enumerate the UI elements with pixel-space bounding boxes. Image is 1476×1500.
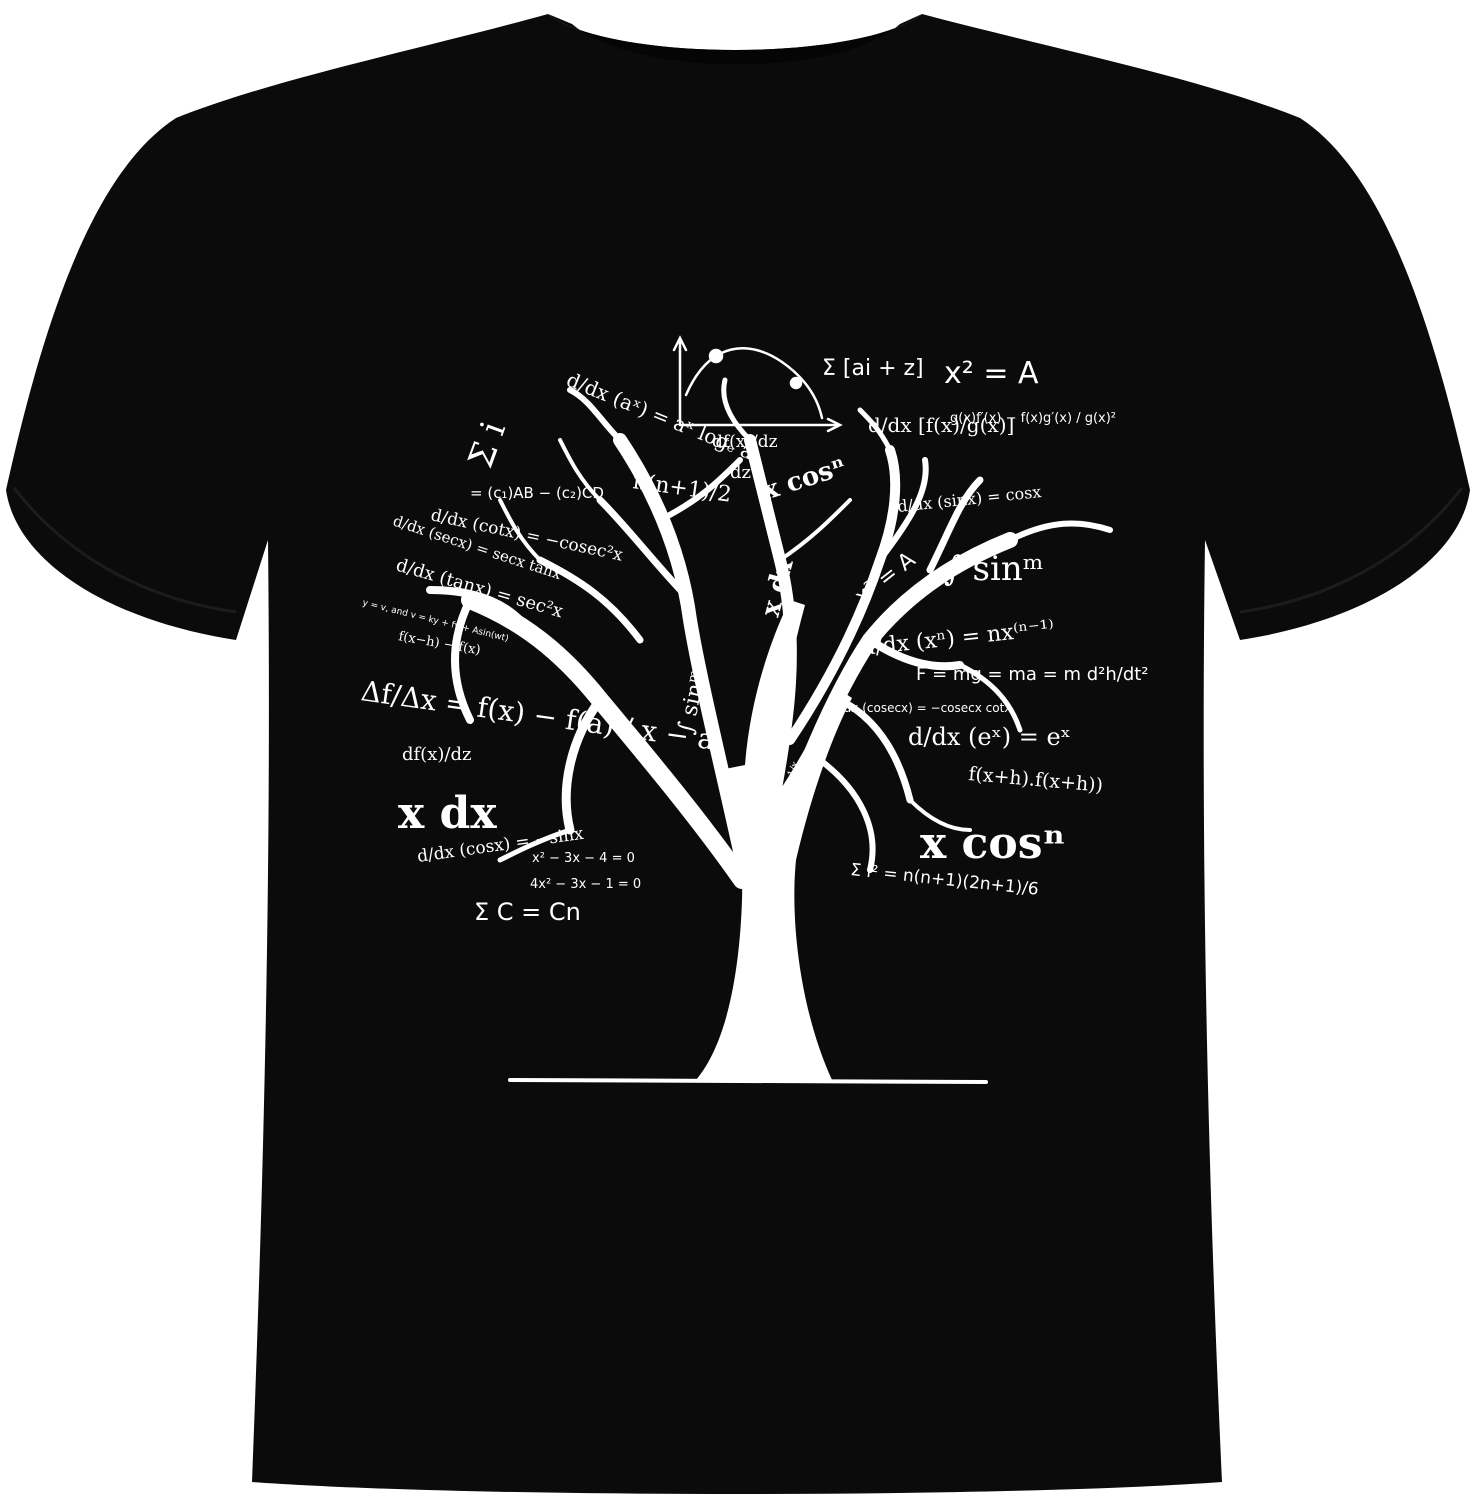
eq-int-sin-m: ∫ sinᵐ: [944, 549, 1044, 589]
eq-quotient-rhs: g(x)f′(x) − f(x)g′(x) / g(x)²: [950, 411, 1116, 426]
eq-cosec-line: d/dx (cosecx) = −cosecx cotx: [832, 701, 1011, 715]
t-shirt-body: [6, 14, 1470, 1494]
eq-sum-top: Σ [ai + z]: [822, 356, 924, 381]
eq-dz-tag: dz: [730, 462, 751, 483]
eq-cd-line: = (c₁)AB − (c₂)CD: [470, 484, 604, 502]
t-shirt-illustration: Σ [ai + z] x² = A d/dx [f(x)/g(x)] g(x)f…: [6, 14, 1470, 1494]
eq-x-cos-n-big: x cosⁿ: [920, 818, 1065, 869]
eq-x-dx-big: x dx: [398, 788, 497, 839]
eq-quad2: 4x² − 3x − 1 = 0: [530, 877, 641, 892]
eq-sum-c-cn: Σ C = Cn: [474, 898, 581, 926]
eq-df-dz-left: df(x)/dz: [402, 744, 471, 765]
eq-ex-line: d/dx (eˣ) = eˣ: [908, 723, 1071, 751]
eq-fmg-line: F = mg = ma = m d²h/dt²: [916, 664, 1149, 685]
eq-x2-top: x² = A: [944, 356, 1039, 391]
ground-line: [508, 1078, 988, 1084]
eq-quad1: x² − 3x − 4 = 0: [532, 851, 635, 866]
product-image: Σ [ai + z] x² = A d/dx [f(x)/g(x)] g(x)f…: [0, 0, 1476, 1500]
